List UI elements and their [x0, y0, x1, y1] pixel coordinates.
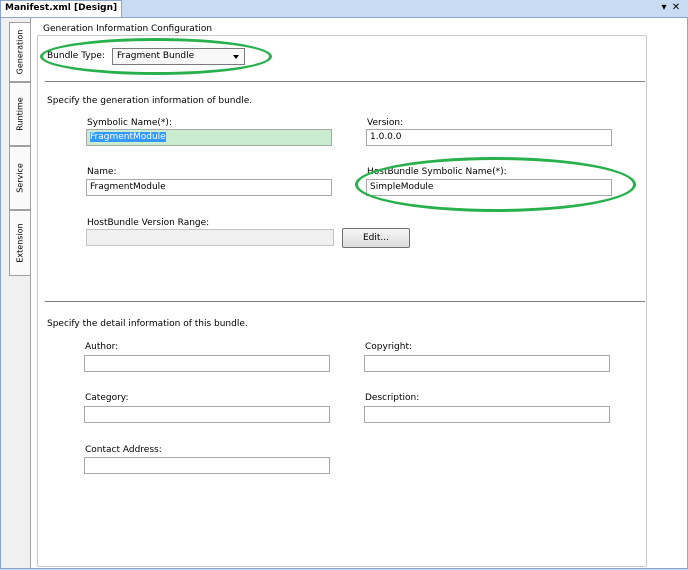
chevron-down-icon: [233, 55, 239, 59]
description-label: Description:: [365, 393, 420, 403]
symbolic-name-value: FragmentModule: [90, 132, 166, 142]
generation-panel: Generation Information Configuration Bun…: [35, 22, 687, 568]
tab-controls: ▾ ✕: [658, 1, 682, 15]
bundle-type-value: Fragment Bundle: [117, 51, 195, 61]
tab-extension-label: Extension: [15, 223, 25, 263]
document-tab-manifest[interactable]: Manifest.xml [Design]: [0, 0, 123, 17]
host-symbolic-input[interactable]: SimpleModule: [366, 179, 612, 196]
close-icon[interactable]: ✕: [670, 1, 682, 15]
category-input[interactable]: [84, 406, 330, 423]
section-divider-2: [45, 301, 645, 302]
edit-button[interactable]: Edit...: [342, 228, 410, 248]
tab-service[interactable]: Service: [9, 146, 30, 210]
document-tab-bar: Manifest.xml [Design] ▾ ✕: [0, 0, 688, 18]
side-tab-strip: Generation Runtime Service Extension: [1, 18, 31, 568]
group-title: Generation Information Configuration: [43, 24, 213, 34]
host-version-input[interactable]: [86, 229, 334, 246]
section-divider: [45, 81, 645, 82]
contact-input[interactable]: [84, 457, 330, 474]
symbolic-name-input[interactable]: FragmentModule: [86, 129, 332, 146]
version-input[interactable]: 1.0.0.0: [366, 129, 612, 146]
copyright-input[interactable]: [364, 355, 610, 372]
copyright-label: Copyright:: [365, 342, 413, 352]
author-input[interactable]: [84, 355, 330, 372]
tab-extension[interactable]: Extension: [9, 210, 30, 276]
name-label: Name:: [87, 167, 117, 177]
author-label: Author:: [85, 342, 119, 352]
tab-runtime[interactable]: Runtime: [9, 82, 30, 146]
host-version-label: HostBundle Version Range:: [87, 218, 210, 228]
tab-generation-label: Generation: [15, 29, 25, 75]
bundle-type-label: Bundle Type:: [47, 51, 105, 61]
dropdown-icon[interactable]: ▾: [658, 1, 670, 15]
detail-instruction: Specify the detail information of this b…: [47, 319, 248, 329]
generation-instruction: Specify the generation information of bu…: [47, 96, 253, 106]
window-frame: Manifest.xml [Design] ▾ ✕ Generation Runt…: [0, 0, 688, 570]
contact-label: Contact Address:: [85, 445, 162, 455]
version-label: Version:: [367, 118, 404, 128]
name-input[interactable]: FragmentModule: [86, 179, 332, 196]
tab-generation[interactable]: Generation: [9, 22, 30, 82]
description-input[interactable]: [364, 406, 610, 423]
category-label: Category:: [85, 393, 129, 403]
tab-service-label: Service: [15, 163, 25, 193]
tab-runtime-label: Runtime: [15, 97, 25, 131]
bundle-type-select[interactable]: Fragment Bundle: [112, 48, 245, 65]
symbolic-name-label: Symbolic Name(*):: [87, 118, 172, 128]
designer-content: Generation Runtime Service Extension Gen…: [0, 18, 688, 569]
host-symbolic-label: HostBundle Symbolic Name(*):: [367, 167, 507, 177]
